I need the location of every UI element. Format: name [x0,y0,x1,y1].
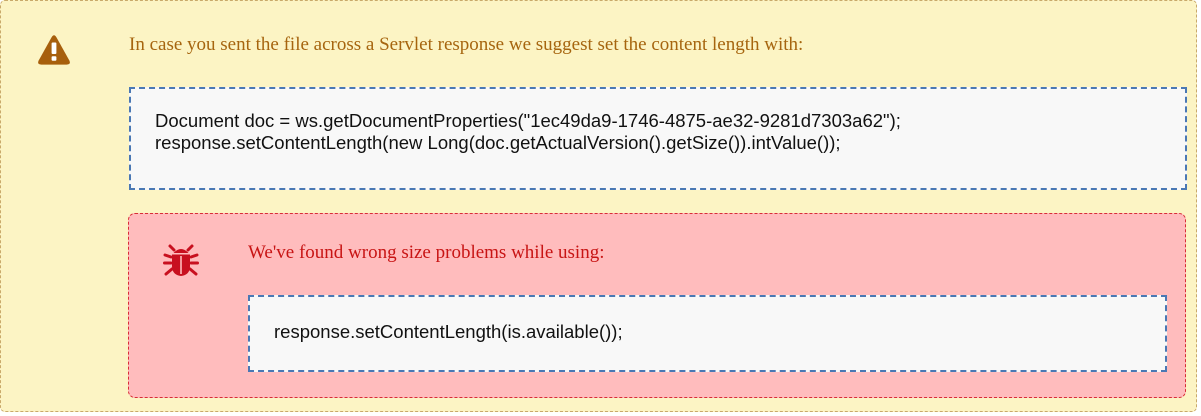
code-block: Document doc = ws.getDocumentProperties(… [129,87,1187,190]
code-line: response.setContentLength(is.available()… [274,321,623,342]
bug-icon [163,244,199,276]
warning-icon [38,35,70,65]
error-message: We've found wrong size problems while us… [248,242,605,263]
code-content: Document doc = ws.getDocumentProperties(… [155,110,901,154]
code-block: response.setContentLength(is.available()… [248,295,1167,372]
code-content: response.setContentLength(is.available()… [274,321,623,343]
code-line: Document doc = ws.getDocumentProperties(… [155,110,901,131]
warning-callout: In case you sent the file across a Servl… [0,0,1197,412]
warning-message: In case you sent the file across a Servl… [129,34,804,55]
code-line: response.setContentLength(new Long(doc.g… [155,132,841,153]
error-callout: We've found wrong size problems while us… [128,213,1186,398]
